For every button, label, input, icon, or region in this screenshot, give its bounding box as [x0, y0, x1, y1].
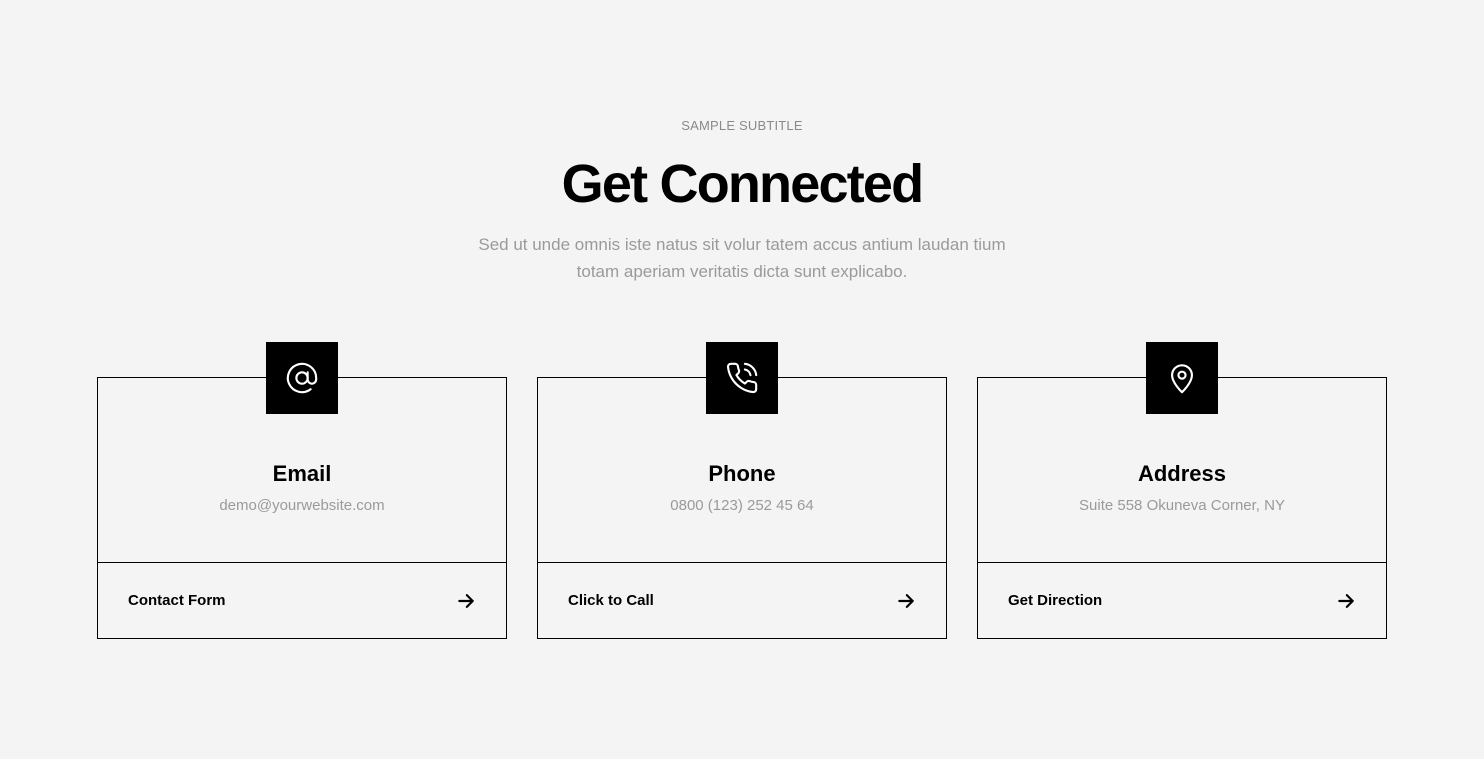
section-subtitle: SAMPLE SUBTITLE: [681, 118, 803, 133]
get-direction-label: Get Direction: [1008, 592, 1103, 609]
description-line-2: totam aperiam veritatis dicta sunt expli…: [576, 262, 908, 281]
click-to-call-label: Click to Call: [568, 592, 654, 609]
phone-icon: [706, 342, 778, 414]
section-title: Get Connected: [561, 154, 924, 214]
click-to-call-link[interactable]: Click to Call: [538, 563, 946, 638]
phone-number: 0800 (123) 252 45 64: [670, 497, 814, 514]
email-card: Email demo@yourwebsite.com Contact Form: [97, 342, 507, 639]
description-line-1: Sed ut unde omnis iste natus sit volur t…: [478, 235, 1006, 254]
arrow-right-icon: [896, 591, 916, 611]
arrow-right-icon: [1336, 591, 1356, 611]
get-direction-link[interactable]: Get Direction: [978, 563, 1386, 638]
street-address: Suite 558 Okuneva Corner, NY: [1079, 497, 1285, 514]
map-pin-icon: [1146, 342, 1218, 414]
section-description: Sed ut unde omnis iste natus sit volur t…: [442, 231, 1042, 285]
address-card: Address Suite 558 Okuneva Corner, NY Get…: [977, 342, 1387, 639]
email-address: demo@yourwebsite.com: [219, 497, 385, 514]
contact-section: SAMPLE SUBTITLE Get Connected Sed ut und…: [0, 0, 1484, 759]
contact-form-link[interactable]: Contact Form: [98, 563, 506, 638]
at-sign-icon: [266, 342, 338, 414]
contact-form-label: Contact Form: [128, 592, 226, 609]
arrow-right-icon: [456, 591, 476, 611]
phone-card: Phone 0800 (123) 252 45 64 Click to Call: [537, 342, 947, 639]
address-heading: Address: [1137, 461, 1227, 486]
phone-heading: Phone: [708, 461, 776, 486]
email-heading: Email: [272, 461, 332, 486]
